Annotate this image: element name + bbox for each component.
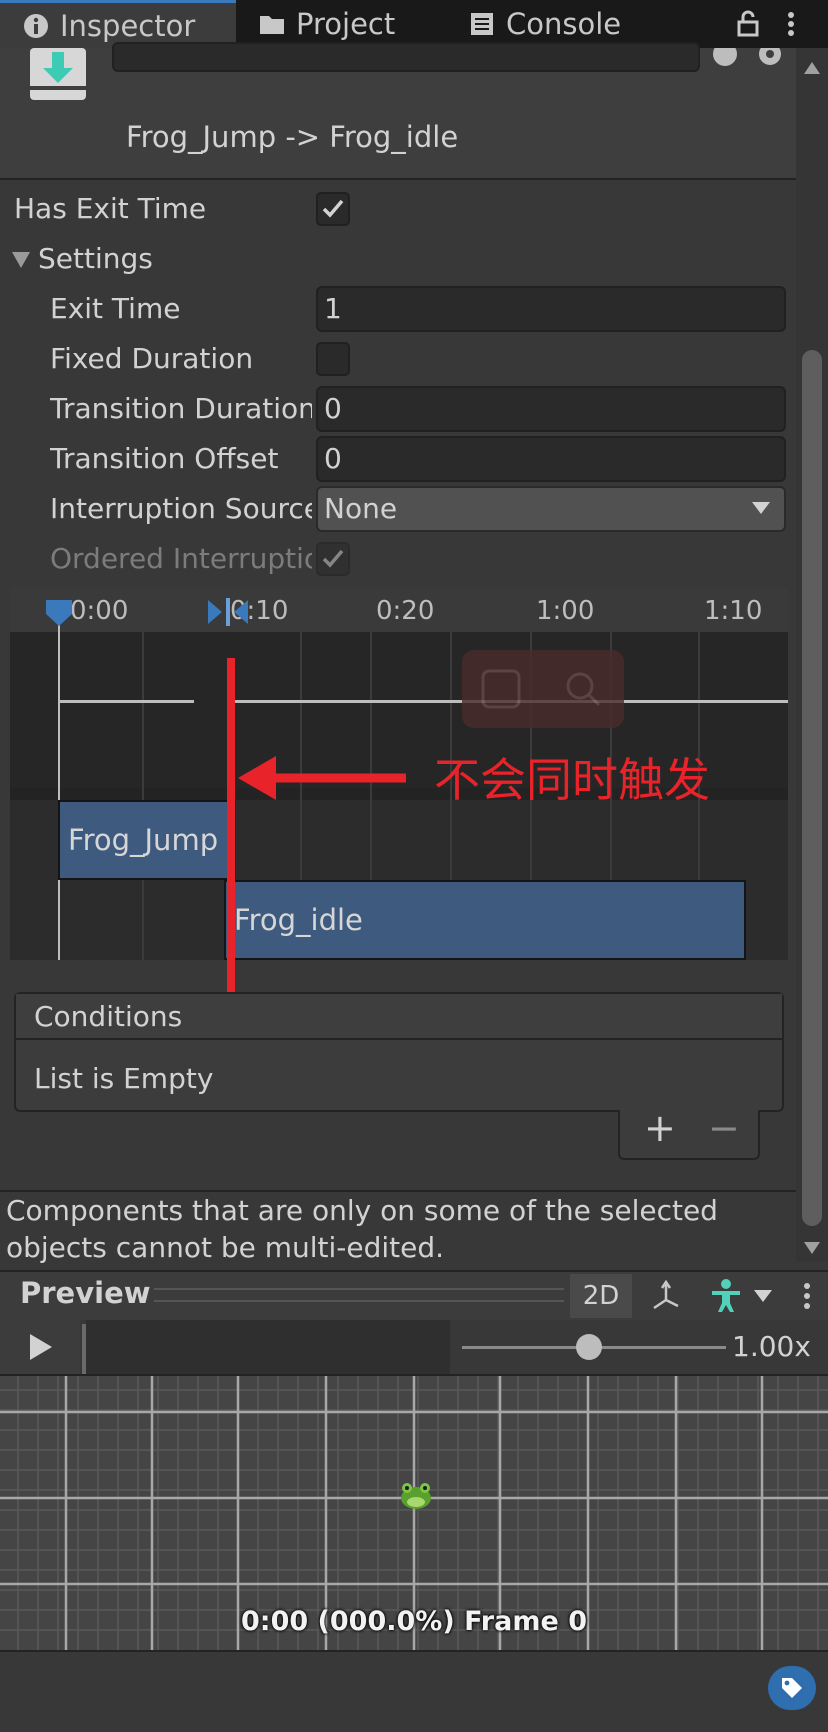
scroll-up-icon[interactable]	[804, 62, 820, 74]
transition-duration-label: Transition Duration	[50, 392, 312, 425]
transition-title: Frog_Jump -> Frog_idle	[126, 120, 459, 154]
chevron-down-icon	[752, 502, 770, 514]
lock-icon[interactable]	[736, 10, 760, 38]
playback-row: 1.00x	[0, 1320, 828, 1376]
search-icon	[566, 672, 601, 707]
dropdown-value: None	[324, 492, 398, 525]
mode-2d-button[interactable]: 2D	[570, 1274, 632, 1318]
transition-offset-label: Transition Offset	[50, 442, 279, 475]
play-icon	[30, 1334, 52, 1360]
kebab-menu-icon[interactable]	[800, 1280, 814, 1312]
speed-value: 1.00x	[732, 1330, 811, 1363]
preview-header: Preview 2D	[0, 1270, 828, 1324]
has-exit-time-label: Has Exit Time	[14, 192, 207, 225]
transition-icon	[30, 48, 86, 100]
clip-to-bar[interactable]: Frog_idle	[224, 880, 746, 960]
exit-time-field[interactable]: 1	[316, 286, 786, 332]
tab-bar: Inspector Project Console	[0, 0, 828, 48]
weight-curve-from	[58, 700, 194, 703]
tab-label: Console	[506, 7, 622, 41]
conditions-header: Conditions	[16, 994, 782, 1040]
frog-sprite-icon	[401, 1483, 431, 1509]
chevron-down-icon	[754, 1290, 772, 1302]
preview-viewport[interactable]: 0:00 (000.0%) Frame 0	[0, 1376, 828, 1650]
inspector-scrollbar[interactable]	[796, 48, 828, 1262]
avatar-dropdown[interactable]	[700, 1274, 780, 1318]
play-button[interactable]	[0, 1320, 80, 1374]
scrub-track[interactable]	[86, 1320, 450, 1374]
tab-label: Project	[296, 7, 396, 41]
tick-label: 0:20	[376, 596, 435, 626]
interruption-source-label: Interruption Source	[50, 492, 312, 525]
transition-duration-field[interactable]: 0	[316, 386, 786, 432]
pivot-axes-icon	[653, 1280, 679, 1310]
ai-scan-icon	[481, 669, 521, 709]
conditions-list: Conditions List is Empty	[14, 992, 784, 1112]
grid-line	[142, 628, 144, 960]
checkmark-icon	[322, 199, 344, 218]
inspector-header: Frog_Jump -> Frog_idle	[0, 42, 796, 180]
timeline-start-line	[58, 608, 60, 960]
pivot-button[interactable]	[636, 1274, 696, 1318]
tab-console[interactable]: Console	[468, 0, 621, 48]
add-condition-button[interactable]: +	[644, 1106, 676, 1150]
annotation-red-line	[227, 658, 235, 1012]
scroll-down-icon[interactable]	[804, 1242, 820, 1254]
transition-marker-icon[interactable]	[206, 598, 250, 626]
asset-label-button[interactable]	[768, 1666, 816, 1710]
has-exit-time-checkbox[interactable]	[316, 192, 350, 226]
conditions-title: Conditions	[34, 1000, 183, 1033]
preview-frame-status: 0:00 (000.0%) Frame 0	[241, 1606, 587, 1637]
tab-project[interactable]: Project	[258, 0, 395, 48]
triangle-down-icon[interactable]	[12, 252, 30, 268]
interruption-source-dropdown[interactable]: None	[316, 486, 786, 532]
checkmark-icon	[322, 549, 344, 568]
transition-offset-field[interactable]: 0	[316, 436, 786, 482]
tab-inspector[interactable]: Inspector	[0, 0, 236, 48]
speed-slider-thumb[interactable]	[576, 1334, 602, 1360]
fixed-duration-label: Fixed Duration	[50, 342, 254, 375]
exit-time-label: Exit Time	[50, 292, 181, 325]
clip-from-bar[interactable]: Frog_Jump	[58, 800, 236, 880]
preview-footer	[0, 1650, 828, 1732]
multi-edit-message: Components that are only on some of the …	[6, 1194, 718, 1264]
console-icon	[471, 13, 493, 35]
gear-icon[interactable]	[756, 48, 784, 68]
settings-foldout[interactable]: Settings	[38, 242, 153, 275]
scrollbar-thumb[interactable]	[802, 350, 822, 1226]
kebab-menu-icon[interactable]	[784, 10, 798, 38]
folder-icon	[260, 16, 284, 34]
name-field[interactable]	[112, 42, 700, 72]
preview-drag-handle[interactable]	[154, 1288, 564, 1302]
tick-label: 1:00	[536, 596, 595, 626]
help-icon[interactable]	[712, 48, 738, 68]
ai-overlay-badge	[462, 650, 624, 728]
ordered-interruption-label: Ordered Interruption	[50, 542, 312, 575]
playhead-marker-icon[interactable]	[44, 598, 74, 628]
tick-label: 1:10	[704, 596, 763, 626]
humanoid-avatar-icon	[712, 1279, 740, 1312]
conditions-footer: + −	[618, 1106, 760, 1160]
preview-title: Preview	[20, 1276, 151, 1310]
remove-condition-button[interactable]: −	[708, 1106, 740, 1150]
tick-label: 0:00	[70, 596, 129, 626]
tag-icon	[782, 1678, 802, 1698]
annotation-text: 不会同时触发	[434, 753, 710, 807]
fixed-duration-checkbox[interactable]	[316, 342, 350, 376]
annotation-arrow-icon	[238, 756, 406, 800]
ordered-interruption-checkbox	[316, 542, 350, 576]
info-icon	[24, 13, 48, 38]
tab-label: Inspector	[60, 8, 196, 43]
conditions-empty-text: List is Empty	[34, 1062, 214, 1095]
